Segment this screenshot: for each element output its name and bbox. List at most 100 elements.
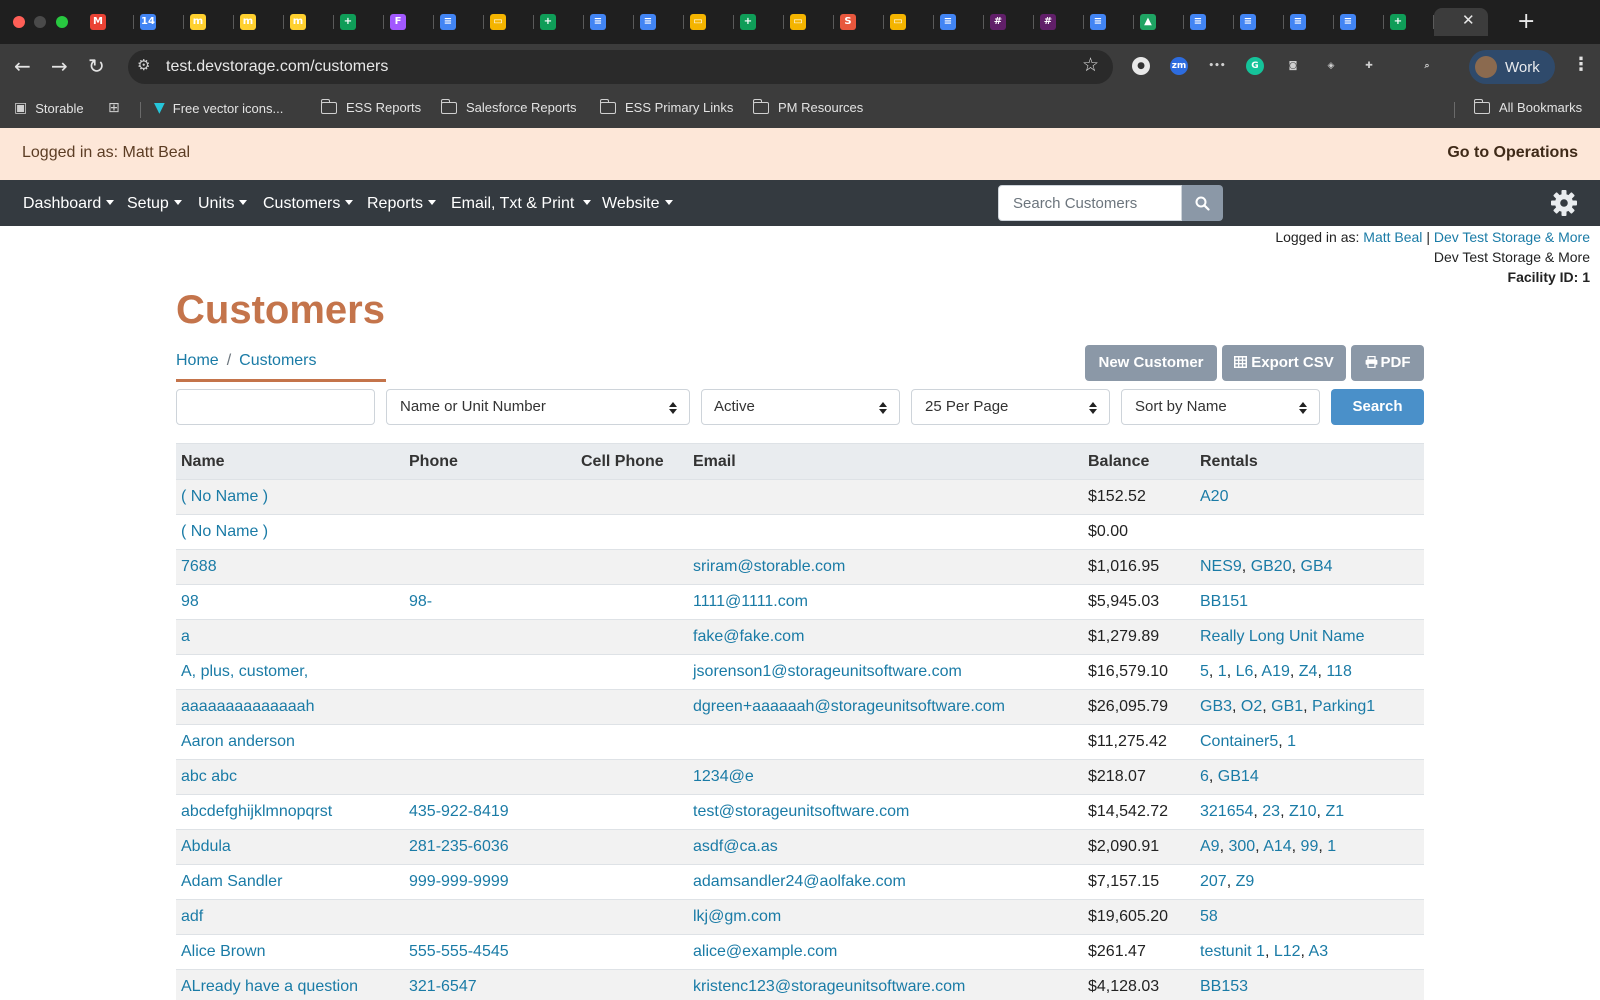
- customer-email-link[interactable]: test@storageunitsoftware.com: [693, 803, 909, 820]
- customer-phone-link[interactable]: 435-922-8419: [409, 803, 509, 820]
- browser-tab[interactable]: +: [334, 8, 384, 36]
- site-settings-icon[interactable]: ⚙: [137, 56, 150, 74]
- close-window-button[interactable]: [13, 16, 25, 28]
- rental-unit-link[interactable]: 118: [1326, 663, 1352, 680]
- browser-tab[interactable]: ▭: [684, 8, 734, 36]
- bookmark-star-icon[interactable]: ☆: [1082, 54, 1099, 76]
- rental-unit-link[interactable]: Z10: [1289, 803, 1317, 820]
- browser-tab[interactable]: ▲: [1134, 8, 1184, 36]
- browser-tab[interactable]: S: [834, 8, 884, 36]
- rental-unit-link[interactable]: BB153: [1200, 978, 1248, 995]
- bookmark-all-bookmarks[interactable]: All Bookmarks: [1473, 98, 1582, 115]
- customer-name-link[interactable]: abcdefghijklmnopqrst: [181, 803, 332, 820]
- pdf-button[interactable]: PDF: [1351, 345, 1424, 381]
- rental-unit-link[interactable]: Z4: [1299, 663, 1318, 680]
- rental-unit-link[interactable]: L12: [1274, 943, 1301, 960]
- rental-unit-link[interactable]: 300: [1228, 838, 1255, 855]
- rental-unit-link[interactable]: 99: [1301, 838, 1319, 855]
- customer-email-link[interactable]: lkj@gm.com: [693, 908, 781, 925]
- grammarly-icon[interactable]: G: [1246, 57, 1264, 75]
- customer-email-link[interactable]: kristenc123@storageunitsoftware.com: [693, 978, 965, 995]
- customer-name-link[interactable]: ALready have a question: [181, 978, 358, 995]
- browser-tab[interactable]: m: [284, 8, 334, 36]
- search-customers-input[interactable]: [998, 185, 1182, 221]
- rental-unit-link[interactable]: Really Long Unit Name: [1200, 628, 1365, 645]
- nav-dashboard[interactable]: Dashboard: [23, 195, 115, 213]
- rental-unit-link[interactable]: O2: [1241, 698, 1262, 715]
- sort-select[interactable]: Sort by Name: [1121, 389, 1320, 425]
- customer-email-link[interactable]: dgreen+aaaaaah@storageunitsoftware.com: [693, 698, 1005, 715]
- bookmark-folder-ess-primary-links[interactable]: ESS Primary Links: [599, 98, 733, 115]
- browser-tab[interactable]: +: [734, 8, 784, 36]
- browser-tab[interactable]: ≡: [1334, 8, 1384, 36]
- rental-unit-link[interactable]: GB1: [1271, 698, 1303, 715]
- rental-unit-link[interactable]: 1: [1287, 733, 1296, 750]
- maximize-window-button[interactable]: [56, 16, 68, 28]
- extension-icon[interactable]: ◈: [1322, 57, 1340, 75]
- rental-unit-link[interactable]: GB4: [1301, 558, 1333, 575]
- rental-unit-link[interactable]: 5: [1200, 663, 1209, 680]
- facility-link[interactable]: Dev Test Storage & More: [1434, 229, 1590, 245]
- browser-tab[interactable]: #: [984, 8, 1034, 36]
- nav-setup[interactable]: Setup: [127, 195, 182, 213]
- nav-reports[interactable]: Reports: [367, 195, 437, 213]
- customer-name-link[interactable]: A, plus, customer,: [181, 663, 308, 680]
- extension-icon[interactable]: ●: [1132, 57, 1150, 75]
- rental-unit-link[interactable]: Container5: [1200, 733, 1278, 750]
- rental-unit-link[interactable]: testunit 1: [1200, 943, 1265, 960]
- nav-customers[interactable]: Customers: [263, 195, 354, 213]
- rental-unit-link[interactable]: 6: [1200, 768, 1209, 785]
- browser-tab[interactable]: +: [1384, 8, 1434, 36]
- browser-tab[interactable]: F: [384, 8, 434, 36]
- rental-unit-link[interactable]: 321654: [1200, 803, 1253, 820]
- browser-tab[interactable]: m: [234, 8, 284, 36]
- close-tab-icon[interactable]: ✕: [1462, 11, 1475, 29]
- customer-name-link[interactable]: adf: [181, 908, 203, 925]
- customer-phone-link[interactable]: 555-555-4545: [409, 943, 509, 960]
- go-to-operations-link[interactable]: Go to Operations: [1447, 144, 1578, 162]
- customer-phone-link[interactable]: 281-235-6036: [409, 838, 509, 855]
- customer-search-input[interactable]: [176, 389, 375, 425]
- customer-name-link[interactable]: Alice Brown: [181, 943, 265, 960]
- breadcrumb-home[interactable]: Home: [176, 352, 219, 369]
- search-field-select[interactable]: Name or Unit Number: [386, 389, 690, 425]
- column-header-cell-phone[interactable]: Cell Phone: [576, 443, 688, 480]
- browser-tab[interactable]: ≡: [634, 8, 684, 36]
- customer-email-link[interactable]: fake@fake.com: [693, 628, 804, 645]
- browser-tab[interactable]: ≡: [1084, 8, 1134, 36]
- column-header-name[interactable]: Name: [176, 443, 404, 480]
- user-link[interactable]: Matt Beal: [1363, 229, 1422, 245]
- zoom-extension-icon[interactable]: zm: [1170, 57, 1188, 75]
- browser-menu-icon[interactable]: ⋮: [1572, 54, 1590, 75]
- rental-unit-link[interactable]: 1: [1218, 663, 1227, 680]
- export-csv-button[interactable]: Export CSV: [1222, 345, 1346, 381]
- customer-email-link[interactable]: 1234@e: [693, 768, 754, 785]
- rental-unit-link[interactable]: NES9: [1200, 558, 1242, 575]
- browser-tab[interactable]: ≡: [1284, 8, 1334, 36]
- browser-tab[interactable]: 14: [134, 8, 184, 36]
- nav-website[interactable]: Website: [602, 195, 673, 213]
- forward-icon[interactable]: →: [51, 54, 68, 78]
- customer-email-link[interactable]: adamsandler24@aolfake.com: [693, 873, 906, 890]
- customer-phone-link[interactable]: 98-: [409, 593, 432, 610]
- rental-unit-link[interactable]: A19: [1261, 663, 1289, 680]
- customer-name-link[interactable]: a: [181, 628, 190, 645]
- browser-tab[interactable]: ▭: [884, 8, 934, 36]
- customer-email-link[interactable]: 1111@1111.com: [693, 593, 808, 610]
- browser-tab[interactable]: +: [534, 8, 584, 36]
- rental-unit-link[interactable]: A3: [1309, 943, 1329, 960]
- nav-email-txt-print[interactable]: Email, Txt & Print: [451, 195, 592, 213]
- rental-unit-link[interactable]: 23: [1262, 803, 1280, 820]
- rental-unit-link[interactable]: Z9: [1236, 873, 1255, 890]
- gear-icon[interactable]: [1550, 189, 1578, 217]
- bookmark-folder-salesforce-reports[interactable]: Salesforce Reports: [440, 98, 577, 115]
- rental-unit-link[interactable]: A20: [1200, 488, 1228, 505]
- customer-email-link[interactable]: jsorenson1@storageunitsoftware.com: [693, 663, 962, 680]
- rental-unit-link[interactable]: 1: [1327, 838, 1336, 855]
- reload-icon[interactable]: ↻: [88, 54, 105, 78]
- customer-phone-link[interactable]: 999-999-9999: [409, 873, 509, 890]
- browser-tab[interactable]: ≡: [1234, 8, 1284, 36]
- back-icon[interactable]: ←: [14, 54, 31, 78]
- rental-unit-link[interactable]: GB20: [1251, 558, 1292, 575]
- browser-tab[interactable]: ≡: [934, 8, 984, 36]
